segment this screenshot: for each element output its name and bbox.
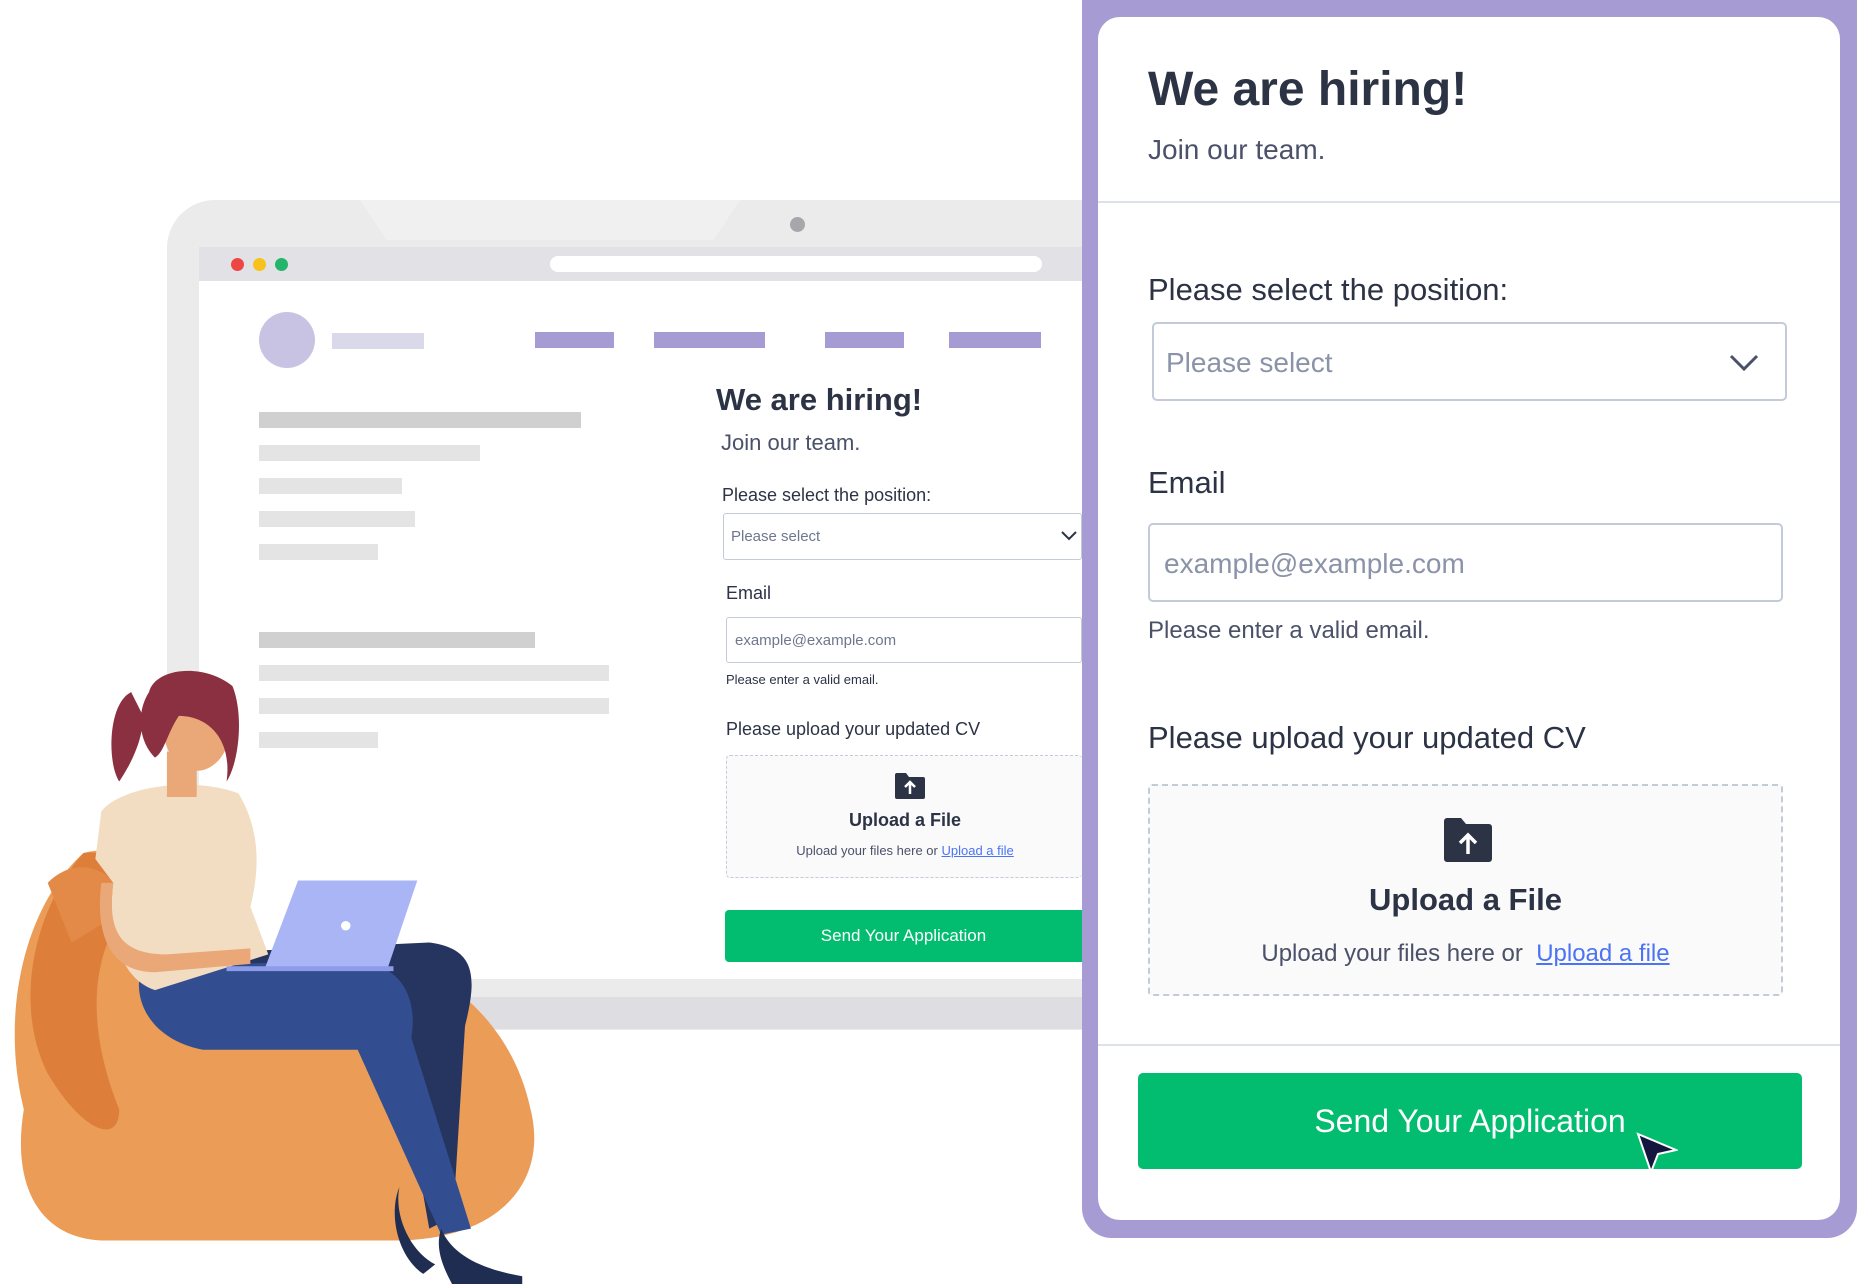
upload-title: Upload a File <box>1369 882 1562 917</box>
preview-email-hint: Please enter a valid email. <box>726 672 879 687</box>
cv-dropzone[interactable]: Upload a File Upload your files here or … <box>1148 784 1783 996</box>
woman-illustration <box>14 670 535 1284</box>
chevron-down-icon <box>1061 531 1077 541</box>
nav-placeholder <box>825 332 904 348</box>
preview-cv-label: Please upload your updated CV <box>726 719 981 739</box>
preview-subtitle: Join our team. <box>721 430 861 455</box>
email-hint: Please enter a valid email. <box>1148 617 1430 644</box>
preview-submit-button[interactable]: Send Your Application <box>725 910 1082 962</box>
form-subtitle: Join our team. <box>1148 134 1326 165</box>
position-select-placeholder: Please select <box>1166 347 1333 378</box>
email-label: Email <box>1148 465 1226 500</box>
preview-email-input[interactable]: example@example.com <box>726 617 1082 663</box>
address-bar <box>550 256 1042 272</box>
header-divider <box>1098 201 1840 203</box>
preview-email-placeholder: example@example.com <box>735 632 897 649</box>
footer-divider <box>1098 1044 1840 1046</box>
send-application-button[interactable]: Send Your Application <box>1138 1073 1802 1169</box>
preview-title: We are hiring! <box>716 382 923 417</box>
laptop-camera <box>790 217 805 232</box>
preview-position-label: Please select the position: <box>722 485 932 505</box>
preview-email-label: Email <box>726 583 772 603</box>
nav-placeholder <box>654 332 765 348</box>
position-select[interactable]: Please select <box>1152 322 1787 401</box>
form-title: We are hiring! <box>1148 63 1468 116</box>
preview-upload-link[interactable]: Upload a file <box>941 843 1013 858</box>
upload-text: Upload your files here or <box>1261 940 1523 967</box>
preview-dropzone[interactable]: Upload a File Upload your files here or … <box>726 755 1082 878</box>
cv-label: Please upload your updated CV <box>1148 720 1586 755</box>
upload-file-link[interactable]: Upload a file <box>1536 940 1669 967</box>
nav-placeholder <box>949 332 1041 348</box>
preview-upload-title: Upload a File <box>848 810 962 830</box>
position-label: Please select the position: <box>1148 272 1509 307</box>
preview-position-select[interactable]: Please select <box>723 513 1082 560</box>
folder-upload-icon <box>895 773 925 799</box>
preview-upload-text: Upload your files here or <box>796 843 938 858</box>
chevron-down-icon <box>1729 354 1759 372</box>
preview-select-placeholder: Please select <box>731 528 821 545</box>
folder-upload-icon <box>1444 818 1492 862</box>
email-input[interactable]: example@example.com <box>1148 523 1783 602</box>
email-placeholder: example@example.com <box>1164 548 1465 579</box>
cursor-arrow-icon <box>1636 1132 1678 1174</box>
